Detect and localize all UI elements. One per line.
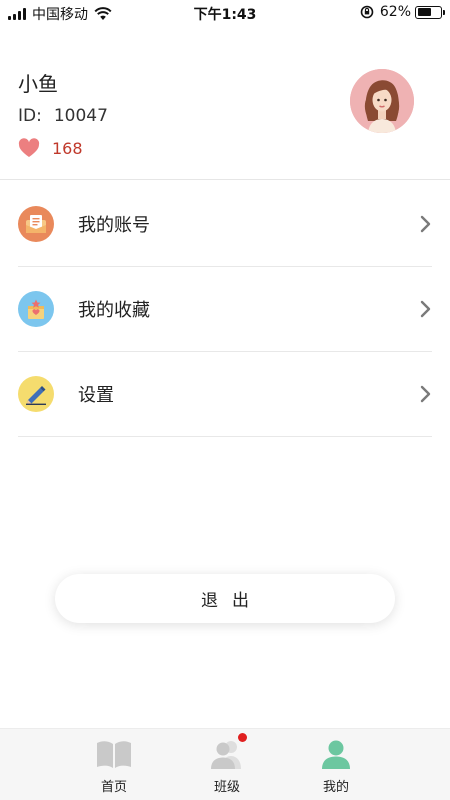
tab-mine[interactable]: 我的: [301, 739, 371, 795]
tab-bar: 首页 班级 我的: [0, 728, 450, 800]
status-bar: 中国移动 下午1:43 62%: [0, 0, 450, 26]
likes: 168: [18, 138, 83, 158]
menu-item-favorites[interactable]: 我的收藏: [18, 267, 432, 352]
chevron-right-icon: [420, 300, 431, 318]
menu-list: 我的账号 我的收藏 设置: [0, 182, 450, 437]
chevron-right-icon: [420, 215, 431, 233]
battery-icon: [415, 5, 445, 19]
user-id-value: 10047: [53, 106, 108, 126]
menu-item-label: 设置: [78, 385, 114, 406]
heart-icon: [18, 138, 40, 157]
user-id-label: ID:: [18, 106, 42, 126]
username: 小鱼: [18, 72, 58, 96]
settings-pencil-icon: [18, 376, 54, 412]
logout-button[interactable]: 退出: [55, 574, 395, 623]
user-id: ID: 10047: [18, 106, 108, 126]
class-people-icon: [209, 733, 247, 769]
notification-badge: [238, 733, 247, 742]
battery-percent: 62%: [379, 4, 411, 20]
person-icon: [322, 740, 350, 769]
account-card-icon: [18, 206, 54, 242]
profile-header: 小鱼 ID: 10047 168: [0, 26, 450, 180]
favorites-box-icon: [18, 291, 54, 327]
menu-item-label: 我的账号: [78, 215, 150, 236]
menu-item-label: 我的收藏: [78, 300, 150, 321]
menu-item-account[interactable]: 我的账号: [18, 182, 432, 267]
tab-class[interactable]: 班级: [192, 733, 262, 795]
book-icon: [97, 741, 131, 768]
tab-home[interactable]: 首页: [79, 739, 149, 795]
menu-item-settings[interactable]: 设置: [18, 352, 432, 437]
tab-label: 班级: [213, 780, 240, 795]
chevron-right-icon: [420, 385, 431, 403]
likes-count: 168: [52, 138, 83, 158]
woman-avatar-icon[interactable]: [350, 69, 414, 133]
rotation-lock-icon: [360, 5, 374, 19]
tab-label: 我的: [322, 780, 349, 795]
status-right: 62%: [360, 4, 445, 20]
tab-label: 首页: [100, 780, 127, 795]
